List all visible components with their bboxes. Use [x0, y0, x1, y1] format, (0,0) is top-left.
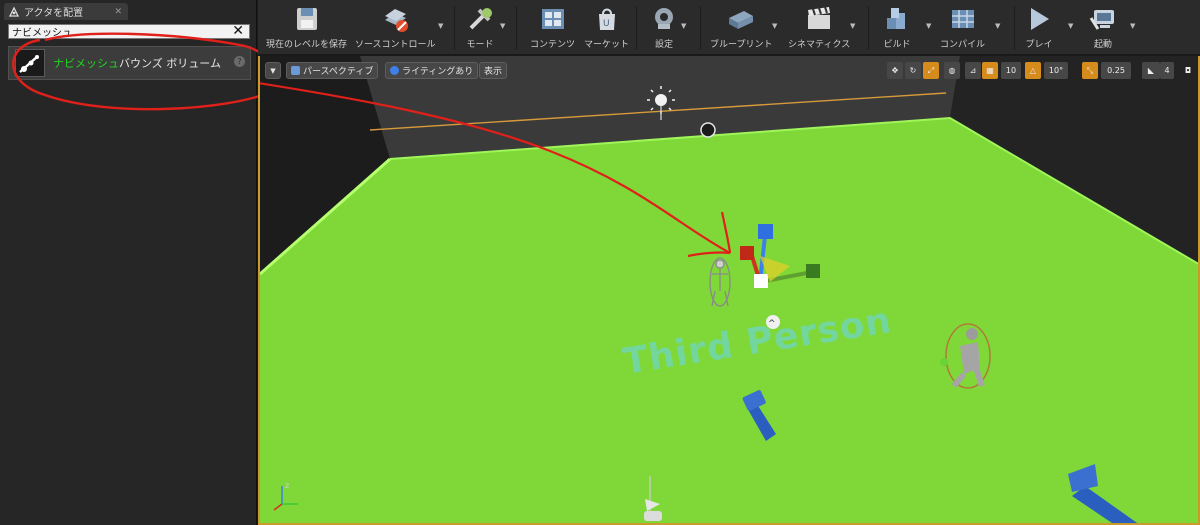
blueprints-button[interactable]: ブループリント: [710, 4, 772, 54]
level-viewport[interactable]: ^ z Third Person ▼ パースペクティブ ライティングあり 表示 …: [258, 56, 1200, 525]
toolbar-separator: [636, 6, 637, 50]
show-button[interactable]: 表示: [479, 62, 508, 79]
show-label: 表示: [484, 67, 503, 77]
build-dropdown-icon[interactable]: ▼: [926, 22, 931, 30]
navmesh-volume-icon: [15, 49, 45, 77]
svg-text:z: z: [285, 481, 289, 490]
main-toolbar: 現在のレベルを保存 ソースコントロール ▼ モード ▼ コンテンツ U マーケッ…: [258, 0, 1200, 56]
play-button[interactable]: プレイ: [1024, 4, 1054, 54]
toolbar-separator: [868, 6, 869, 50]
cinematics-button[interactable]: シネマティクス: [788, 4, 850, 54]
save-icon: [296, 8, 317, 30]
rotate-tool-icon[interactable]: ↻: [905, 62, 921, 79]
navmesh-bounds-volume-item[interactable]: ナビメッシュ バウンズ ボリューム ?: [8, 46, 251, 80]
build-label: ビルド: [883, 40, 911, 50]
cinematics-dropdown-icon[interactable]: ▼: [850, 22, 855, 30]
chevron-down-icon: ▼: [270, 66, 276, 75]
marketplace-icon: U: [598, 8, 615, 30]
play-icon: [1031, 8, 1049, 30]
clear-search-icon[interactable]: ✕: [232, 23, 244, 39]
toolbar-separator: [1014, 6, 1015, 50]
compile-label: コンパイル: [940, 40, 986, 50]
help-icon[interactable]: ?: [234, 56, 245, 67]
content-icon: [541, 9, 564, 29]
sky-sphere-icon[interactable]: [700, 122, 716, 138]
settings-icon: [655, 8, 673, 29]
blueprints-dropdown-icon[interactable]: ▼: [772, 22, 777, 30]
actor-search-input[interactable]: [9, 25, 229, 38]
play-label: プレイ: [1025, 40, 1053, 50]
launch-label: 起動: [1093, 40, 1112, 50]
build-button[interactable]: ビルド: [882, 4, 912, 54]
source-control-dropdown-icon[interactable]: ▼: [438, 22, 443, 30]
launch-button[interactable]: 起動: [1088, 4, 1118, 54]
toolbar-separator: [700, 6, 701, 50]
toolbar-separator: [454, 6, 455, 50]
perspective-icon: [291, 66, 300, 75]
compile-button[interactable]: コンパイル: [940, 4, 985, 54]
camera-speed-icon[interactable]: ◣: [1142, 62, 1160, 79]
scale-tool-icon[interactable]: ⤢: [923, 62, 939, 79]
rotation-snap-value[interactable]: 10°: [1044, 62, 1068, 79]
content-button[interactable]: コンテンツ: [530, 4, 575, 54]
perspective-label: パースペクティブ: [303, 67, 374, 77]
grid-snap-value[interactable]: 10: [1001, 62, 1021, 79]
scale-snap-value[interactable]: 0.25: [1101, 62, 1131, 79]
clapperboard-icon: [808, 6, 831, 29]
source-control-button[interactable]: ソースコントロール: [355, 4, 436, 54]
place-actors-panel: アクタを配置 ✕ ✕ ナビメッシュ バウンズ ボリューム ?: [0, 0, 257, 525]
svg-text:U: U: [603, 19, 610, 29]
surface-snap-icon[interactable]: ⊿: [965, 62, 981, 79]
viewport-options-button[interactable]: ▼: [265, 62, 281, 79]
actor-search-box: ✕: [8, 23, 250, 39]
modes-dropdown-icon[interactable]: ▼: [500, 22, 505, 30]
scale-snap-icon[interactable]: ⤡: [1082, 62, 1098, 79]
rotation-snap-icon[interactable]: △: [1025, 62, 1041, 79]
tab-close-icon[interactable]: ✕: [114, 7, 122, 17]
save-level-button[interactable]: 現在のレベルを保存: [266, 4, 347, 54]
cinematics-label: シネマティクス: [788, 40, 851, 50]
build-icon: [887, 8, 905, 29]
settings-label: 設定: [654, 40, 673, 50]
modes-label: モード: [466, 40, 494, 50]
viewport-scene: ^ z: [260, 56, 1198, 523]
launch-icon: [1089, 10, 1114, 30]
lighting-mode-button[interactable]: ライティングあり: [385, 62, 479, 79]
camera-speed-value[interactable]: 4: [1160, 62, 1174, 79]
toolbar-separator: [516, 6, 517, 50]
marketplace-label: マーケット: [584, 40, 630, 50]
source-control-icon: [385, 9, 409, 32]
item-label-rest: バウンズ ボリューム: [119, 57, 221, 70]
compile-icon: [951, 10, 974, 28]
settings-button[interactable]: 設定: [649, 4, 679, 54]
modes-icon: [469, 8, 492, 30]
translate-tool-icon[interactable]: ✥: [887, 62, 903, 79]
blueprints-icon: [729, 11, 754, 29]
perspective-button[interactable]: パースペクティブ: [286, 62, 379, 79]
settings-dropdown-icon[interactable]: ▼: [681, 22, 686, 30]
source-control-label: ソースコントロール: [355, 40, 436, 50]
modes-button[interactable]: モード: [465, 4, 495, 54]
item-label: ナビメッシュ バウンズ ボリューム: [53, 55, 221, 71]
lighting-label: ライティングあり: [402, 67, 474, 77]
marketplace-button[interactable]: U マーケット: [584, 4, 629, 54]
blueprints-label: ブループリント: [710, 40, 773, 50]
item-label-highlight: ナビメッシュ: [53, 57, 119, 70]
save-label: 現在のレベルを保存: [266, 40, 348, 50]
place-actors-tab[interactable]: アクタを配置 ✕: [4, 3, 128, 20]
maximize-viewport-icon[interactable]: ◘: [1182, 62, 1194, 79]
compile-dropdown-icon[interactable]: ▼: [995, 22, 1000, 30]
grid-snap-icon[interactable]: ▦: [982, 62, 998, 79]
play-dropdown-icon[interactable]: ▼: [1068, 22, 1073, 30]
place-actors-icon: [8, 6, 20, 17]
tab-title: アクタを配置: [24, 8, 84, 19]
lit-sphere-icon: [390, 66, 399, 75]
launch-dropdown-icon[interactable]: ▼: [1130, 22, 1135, 30]
content-label: コンテンツ: [530, 40, 576, 50]
coordinate-space-icon[interactable]: ◍: [944, 62, 960, 79]
